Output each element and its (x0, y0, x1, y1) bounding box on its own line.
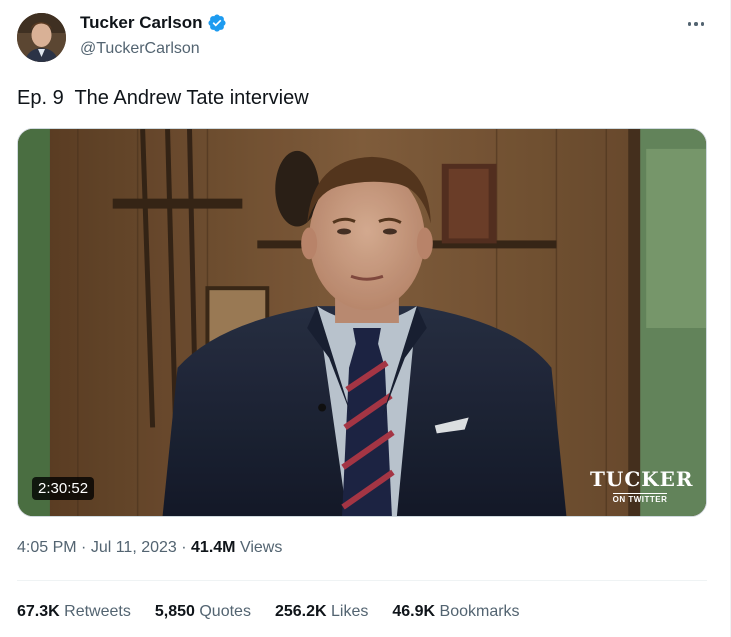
dot (700, 22, 705, 26)
brand-subtitle: ON TWITTER (612, 493, 668, 504)
author-name-row: Tucker Carlson (80, 13, 227, 33)
stat-retweets[interactable]: 67.3K Retweets (17, 603, 131, 621)
tweet-date[interactable]: Jul 11, 2023 (91, 539, 177, 556)
quotes-count: 5,850 (154, 603, 195, 620)
video-duration-badge: 2:30:52 (32, 477, 95, 500)
likes-count: 256.2K (274, 603, 327, 620)
retweets-label: Retweets (64, 603, 131, 620)
dot (687, 22, 692, 26)
stat-bookmarks[interactable]: 46.9K Bookmarks (392, 603, 519, 621)
author-display-name[interactable]: Tucker Carlson (80, 13, 203, 33)
more-options-icon[interactable] (684, 14, 708, 34)
video-thumbnail (18, 129, 706, 516)
retweets-count: 67.3K (17, 603, 60, 620)
bookmarks-label: Bookmarks (439, 603, 520, 620)
likes-label: Likes (331, 603, 369, 620)
quotes-label: Quotes (199, 603, 251, 620)
brand-title: TUCKER (590, 467, 694, 491)
engagement-stats: 67.3K Retweets 5,850 Quotes 256.2K Likes… (17, 603, 520, 621)
divider (17, 580, 707, 581)
meta-separator: · (76, 539, 91, 556)
video-player[interactable]: 2:30:52 TUCKER ON TWITTER (17, 128, 707, 517)
dot (694, 22, 698, 26)
tweet-time[interactable]: 4:05 PM (17, 539, 77, 556)
tweet-text: Ep. 9 The Andrew Tate interview (17, 87, 309, 109)
tweet-card: Tucker Carlson @TuckerCarlson Ep. 9 The … (0, 0, 731, 637)
avatar[interactable] (17, 13, 66, 62)
views-label: Views (239, 539, 283, 556)
stat-quotes[interactable]: 5,850 Quotes (155, 603, 251, 621)
video-brand-logo: TUCKER ON TWITTER (590, 467, 694, 507)
views-count[interactable]: 41.4M (191, 539, 235, 556)
stat-likes[interactable]: 256.2K Likes (275, 603, 368, 621)
verified-badge-icon (207, 14, 226, 32)
tweet-meta: 4:05 PM · Jul 11, 2023 · 41.4M Views (17, 539, 282, 557)
author-handle[interactable]: @TuckerCarlson (80, 40, 200, 58)
bookmarks-count: 46.9K (392, 603, 436, 620)
meta-separator: · (176, 539, 192, 556)
